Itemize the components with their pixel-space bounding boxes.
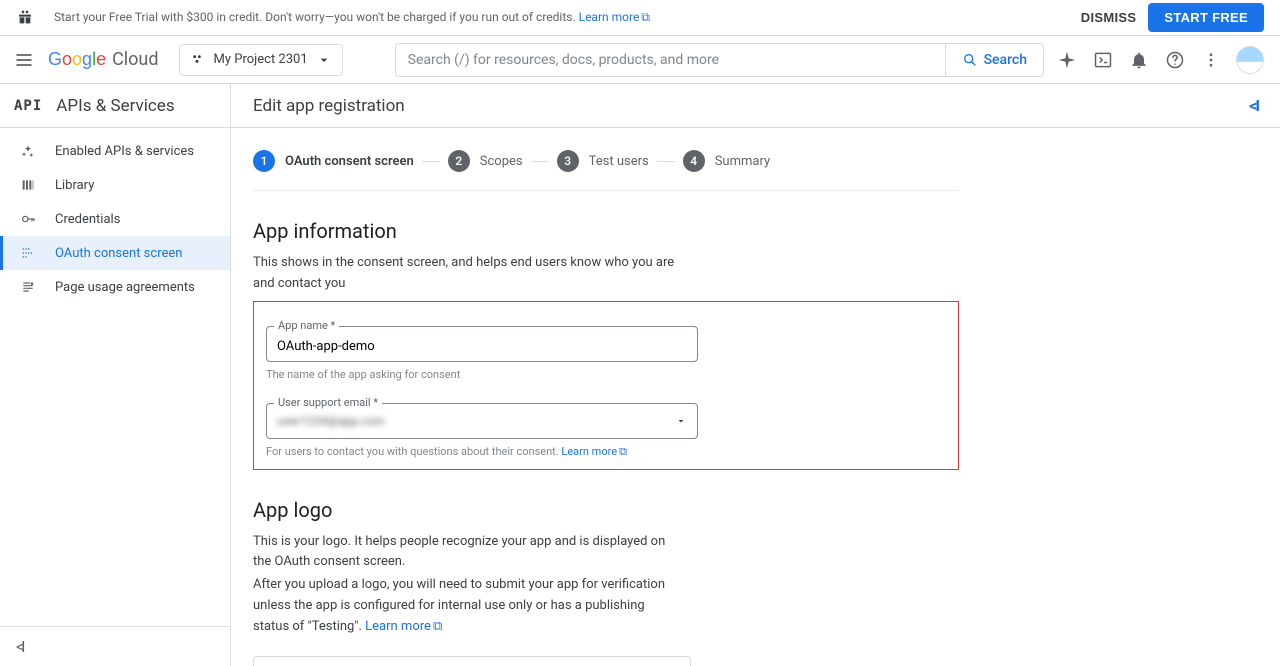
step-separator bbox=[531, 161, 549, 162]
avatar[interactable] bbox=[1236, 46, 1264, 74]
page-title: Edit app registration bbox=[253, 96, 1249, 116]
chevron-down-icon bbox=[675, 415, 687, 427]
sidebar-item-label: Credentials bbox=[55, 212, 120, 227]
sidebar-item-page-usage[interactable]: Page usage agreements bbox=[0, 270, 230, 304]
support-learn-more-link[interactable]: Learn more⧉ bbox=[561, 445, 627, 458]
cloud-shell-icon[interactable] bbox=[1092, 49, 1114, 71]
step-separator bbox=[422, 161, 440, 162]
step-oauth-consent[interactable]: 1 OAuth consent screen bbox=[253, 150, 414, 172]
page-usage-icon bbox=[19, 278, 37, 296]
enabled-apis-icon bbox=[19, 142, 37, 160]
support-email-hint: For users to contact you with questions … bbox=[266, 445, 946, 459]
logo-upload-field[interactable]: Logo file to upload BROWSE bbox=[253, 656, 691, 666]
logo-learn-more-link[interactable]: Learn more⧉ bbox=[365, 619, 442, 634]
sidebar-item-credentials[interactable]: Credentials bbox=[0, 202, 230, 236]
app-name-label: App name * bbox=[274, 319, 339, 332]
free-trial-banner: Start your Free Trial with $300 in credi… bbox=[0, 0, 1280, 36]
gift-icon bbox=[16, 9, 34, 27]
notifications-icon[interactable] bbox=[1128, 49, 1150, 71]
search-button[interactable]: Search bbox=[945, 44, 1043, 76]
step-summary[interactable]: 4 Summary bbox=[683, 150, 770, 172]
api-logo-icon: API bbox=[14, 98, 42, 114]
page-title-row: Edit app registration <I bbox=[231, 84, 1280, 128]
chevron-down-icon bbox=[316, 52, 332, 68]
banner-learn-more-link[interactable]: Learn more⧉ bbox=[579, 10, 650, 24]
sidebar: API APIs & Services Enabled APIs & servi… bbox=[0, 84, 231, 666]
highlighted-frame: App name * The name of the app asking fo… bbox=[253, 301, 959, 470]
google-cloud-logo[interactable]: Google Cloud bbox=[48, 49, 159, 70]
step-separator bbox=[657, 161, 675, 162]
library-icon bbox=[19, 176, 37, 194]
support-email-value: user1234@app.com bbox=[277, 414, 385, 428]
sidebar-collapse-button[interactable]: <I bbox=[0, 626, 230, 666]
app-name-hint: The name of the app asking for consent bbox=[266, 368, 946, 381]
banner-text: Start your Free Trial with $300 in credi… bbox=[54, 10, 1081, 25]
sidebar-title: API APIs & Services bbox=[0, 84, 230, 128]
search-bar: Search bbox=[395, 43, 1044, 77]
app-logo-desc1: This is your logo. It helps people recog… bbox=[253, 532, 683, 574]
support-email-label: User support email * bbox=[274, 396, 382, 409]
sidebar-item-label: Enabled APIs & services bbox=[55, 144, 194, 159]
help-icon[interactable] bbox=[1164, 49, 1186, 71]
app-information-desc: This shows in the consent screen, and he… bbox=[253, 253, 683, 295]
step-scopes[interactable]: 2 Scopes bbox=[448, 150, 523, 172]
sidebar-item-enabled-apis[interactable]: Enabled APIs & services bbox=[0, 134, 230, 168]
header: Google Cloud My Project 2301 Search bbox=[0, 36, 1280, 84]
gemini-icon[interactable] bbox=[1056, 49, 1078, 71]
menu-icon[interactable] bbox=[12, 48, 36, 72]
stepper: 1 OAuth consent screen 2 Scopes 3 Test u… bbox=[253, 144, 959, 191]
app-name-field-wrapper: App name * The name of the app asking fo… bbox=[266, 326, 946, 381]
app-information-heading: App information bbox=[253, 219, 959, 243]
project-selector[interactable]: My Project 2301 bbox=[179, 44, 343, 76]
credentials-icon bbox=[19, 210, 37, 228]
support-email-field-wrapper: User support email * user1234@app.com Fo… bbox=[266, 403, 946, 459]
collapse-panel-button[interactable]: <I bbox=[1249, 96, 1258, 115]
app-logo-heading: App logo bbox=[253, 498, 959, 522]
sidebar-item-label: OAuth consent screen bbox=[55, 246, 182, 261]
search-input[interactable] bbox=[396, 52, 945, 68]
project-name: My Project 2301 bbox=[214, 52, 308, 67]
sidebar-item-library[interactable]: Library bbox=[0, 168, 230, 202]
app-logo-desc2: After you upload a logo, you will need t… bbox=[253, 575, 683, 637]
step-test-users[interactable]: 3 Test users bbox=[557, 150, 649, 172]
sidebar-item-label: Library bbox=[55, 178, 94, 193]
more-icon[interactable] bbox=[1200, 49, 1222, 71]
oauth-consent-icon bbox=[19, 244, 37, 262]
sidebar-item-oauth-consent[interactable]: OAuth consent screen bbox=[0, 236, 230, 270]
dismiss-button[interactable]: DISMISS bbox=[1081, 10, 1137, 25]
sidebar-item-label: Page usage agreements bbox=[55, 280, 195, 295]
start-free-button[interactable]: START FREE bbox=[1148, 3, 1264, 32]
